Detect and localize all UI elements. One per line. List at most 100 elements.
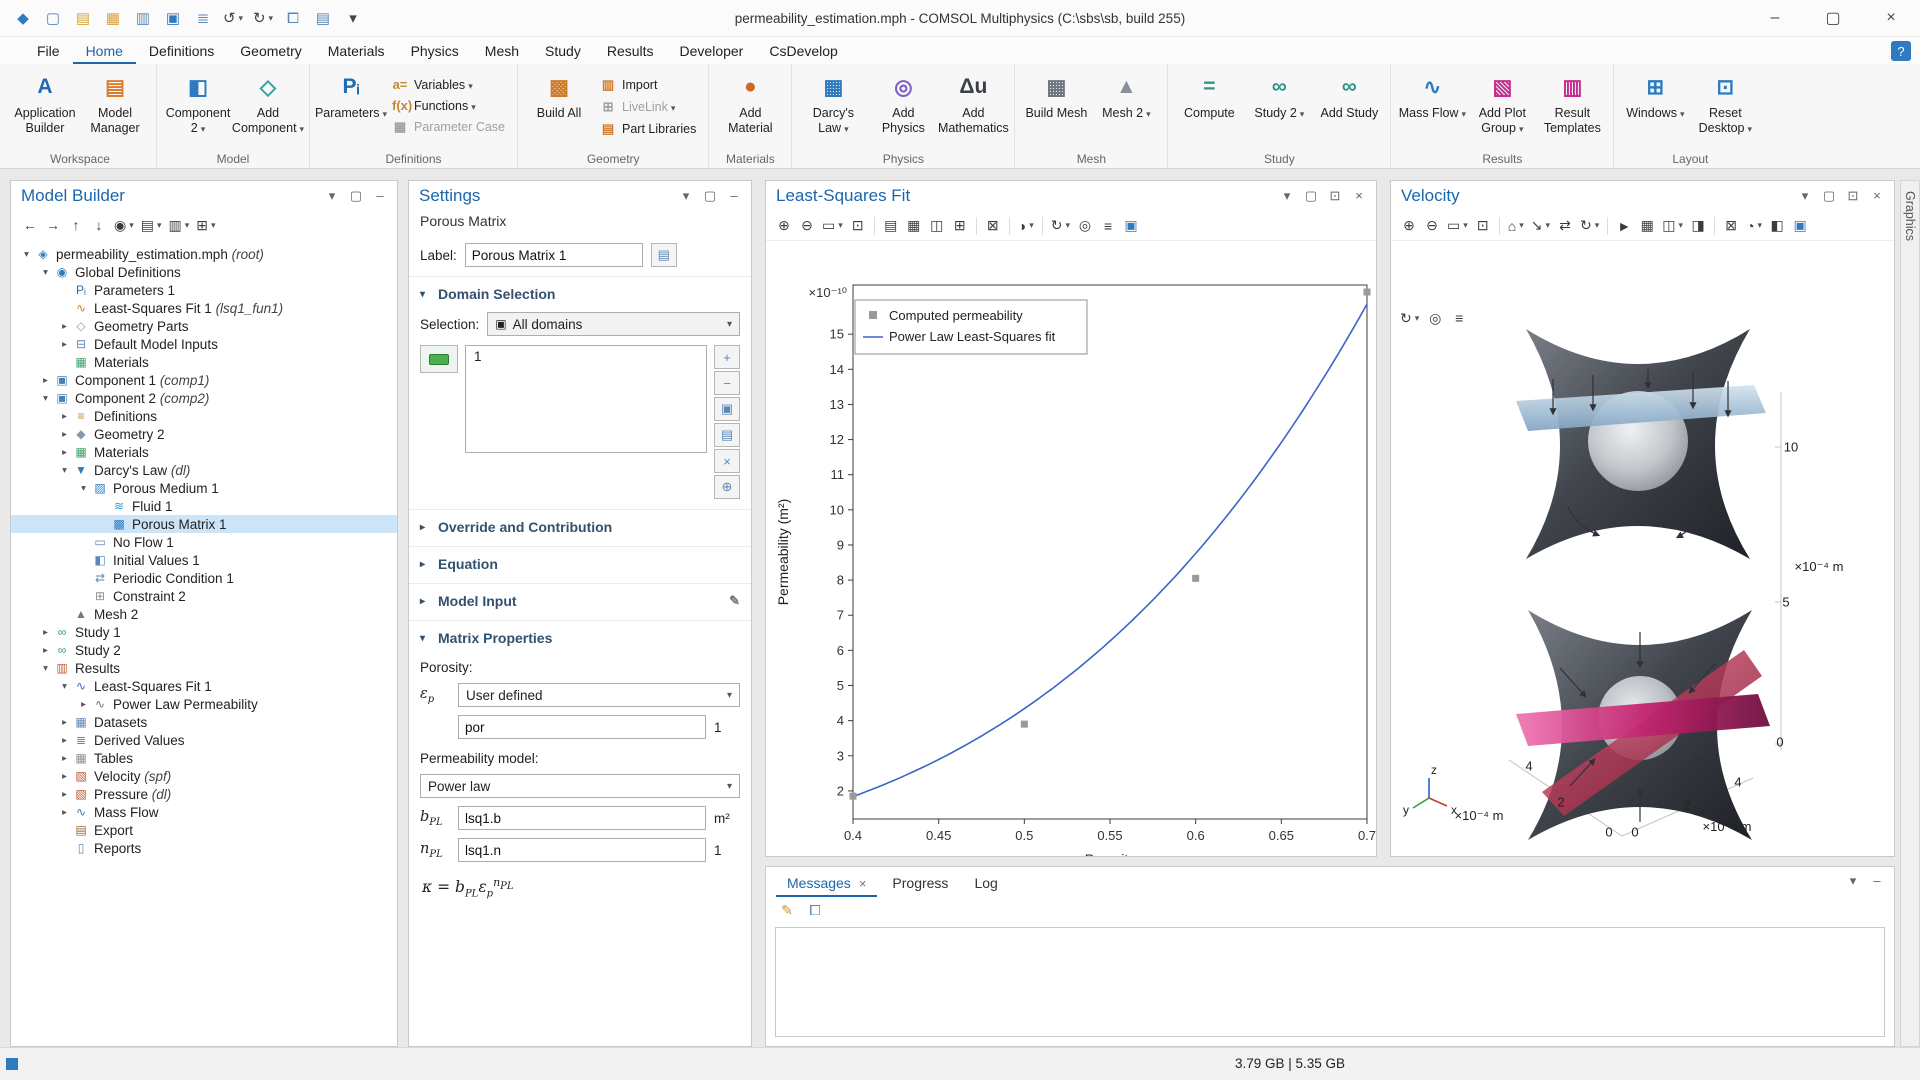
lock-view-icon[interactable]: ⊠ (1720, 214, 1742, 238)
parameters-button[interactable]: Pᵢ Parameters ▾ (315, 68, 387, 122)
transparency-icon[interactable]: ◧ (1766, 214, 1788, 238)
add-mathematics-button[interactable]: Δu Add Mathematics (938, 68, 1009, 136)
add-physics-button[interactable]: ◎ Add Physics (869, 68, 937, 136)
menu-mesh[interactable]: Mesh (472, 39, 532, 64)
align-camera-icon[interactable]: ⇄ (1554, 214, 1576, 238)
velocity-3d-plot[interactable]: z y x (1391, 242, 1894, 856)
tree-item-default-model-inputs[interactable]: ▸ ⊟ Default Model Inputs (11, 335, 397, 353)
tree-item-global-definitions[interactable]: ▾ ◉ Global Definitions (11, 263, 397, 281)
panel-menu-icon[interactable]: ▾ (679, 188, 693, 204)
expander-icon[interactable]: ▸ (57, 321, 72, 332)
model-manager-open-icon[interactable]: ▦ (100, 5, 126, 31)
tree-item-pressure[interactable]: ▸ ▧ Pressure (dl) (11, 785, 397, 803)
paste-selection-icon[interactable]: ▤ (714, 423, 740, 447)
build-mesh-button[interactable]: ▦ Build Mesh (1022, 68, 1090, 121)
model-manager-button[interactable]: ▤ Model Manager (81, 68, 149, 136)
panel-menu-icon[interactable]: ▾ (1846, 873, 1860, 889)
menu-materials[interactable]: Materials (315, 39, 398, 64)
tree-item-derived-values[interactable]: ▸ ≣ Derived Values (11, 731, 397, 749)
clear-messages-icon[interactable]: ✎ (776, 898, 798, 922)
menu-geometry[interactable]: Geometry (227, 39, 314, 64)
play-animation-icon[interactable]: ► (1613, 214, 1635, 238)
menu-developer[interactable]: Developer (667, 39, 757, 64)
rename-label-icon[interactable]: ▤ (650, 243, 677, 267)
image-snapshot-icon[interactable]: ◎ (1074, 214, 1096, 238)
print-icon[interactable]: ≡ (1448, 306, 1470, 330)
expander-icon[interactable]: ▾ (57, 465, 72, 476)
zoom-to-selection-icon[interactable]: ⊕ (714, 475, 740, 499)
mesh-2-button[interactable]: ▲ Mesh 2 ▾ (1092, 68, 1160, 122)
expander-icon[interactable]: ▾ (76, 483, 91, 494)
expander-icon[interactable]: ▸ (57, 429, 72, 440)
zoom-in-icon[interactable]: ⊕ (1398, 214, 1420, 238)
tree-item-porous-medium-1[interactable]: ▾ ▨ Porous Medium 1 (11, 479, 397, 497)
copy-messages-icon[interactable]: ⧠ (804, 898, 826, 922)
menu-physics[interactable]: Physics (398, 39, 472, 64)
tab-close-icon[interactable]: × (859, 876, 867, 891)
expander-icon[interactable]: ▾ (19, 249, 34, 260)
move-down-icon[interactable]: ↓ (88, 213, 110, 237)
panel-menu-icon[interactable]: ▾ (1280, 188, 1294, 204)
nav-back-icon[interactable]: ← (19, 213, 41, 237)
grid-toggle-icon[interactable]: ▦ (903, 214, 925, 238)
tree-item-export[interactable]: ▤ Export (11, 821, 397, 839)
reset-desktop-button[interactable]: ⊡ Reset Desktop ▾ (1691, 68, 1759, 137)
help-icon[interactable]: ? (1891, 41, 1911, 61)
domain-selection-list[interactable]: 1 (465, 345, 707, 453)
mass-flow-button[interactable]: ∿ Mass Flow ▾ (1398, 68, 1466, 122)
tree-item-porous-matrix-1[interactable]: ▩ Porous Matrix 1 (11, 515, 397, 533)
tree-item-study-2[interactable]: ▸ ∞ Study 2 (11, 641, 397, 659)
graphics-window-icon[interactable]: ▣ (1120, 214, 1142, 238)
panel-float-icon[interactable]: ▢ (1822, 188, 1836, 204)
graphics-window-icon[interactable]: ▣ (1789, 214, 1811, 238)
tree-item-results[interactable]: ▾ ▥ Results (11, 659, 397, 677)
split-screen-icon[interactable]: ◫ ▾ (1659, 214, 1686, 238)
minimize-button[interactable]: – (1746, 0, 1804, 37)
environment-reflections-icon[interactable]: ◨ (1687, 214, 1709, 238)
tab-progress[interactable]: Progress (881, 870, 959, 897)
zoom-extents-icon[interactable]: ⊡ (1472, 214, 1494, 238)
functions-button[interactable]: f(x) Functions ▾ (387, 97, 510, 114)
parameter-case-button[interactable]: ▦ Parameter Case (387, 118, 510, 136)
close-button[interactable]: × (1862, 0, 1920, 37)
panel-float-icon[interactable]: ▢ (1304, 188, 1318, 204)
tree-item-darcy-s-law[interactable]: ▾ ▼ Darcy's Law (dl) (11, 461, 397, 479)
add-component-button[interactable]: ◇ Add Component ▾ (232, 68, 304, 137)
velocity-canvas[interactable]: z y x 10 ×10⁻⁴ m 5 0 4 2 ×10⁻⁴ m 0 0 2 4 ×10⁻⁴ m ↻ ▾… (1391, 242, 1894, 856)
panel-close-icon[interactable]: × (1352, 188, 1366, 204)
panel-float-icon[interactable]: ▢ (349, 188, 363, 204)
expander-icon[interactable]: ▾ (38, 663, 53, 674)
result-templates-button[interactable]: ▥ Result Templates (1538, 68, 1606, 136)
zoom-extents-icon[interactable]: ⊡ (847, 214, 869, 238)
plot-canvas[interactable]: 2 3 4 5 6 7 8 9 10 11 12 13 14 15 0.4 0.45 0.5 0.55 0.6 0.6… (766, 242, 1376, 867)
build-all-button[interactable]: ▩ Build All (525, 68, 593, 121)
expander-icon[interactable]: ▸ (57, 735, 72, 746)
menu-definitions[interactable]: Definitions (136, 39, 227, 64)
section-equation[interactable]: ▸ Equation (409, 546, 751, 578)
lock-axes-icon[interactable]: ⊠ (982, 214, 1004, 238)
tree-item-geometry-2[interactable]: ▸ ◆ Geometry 2 (11, 425, 397, 443)
remove-from-selection-icon[interactable]: − (714, 371, 740, 395)
expander-icon[interactable]: ▸ (57, 411, 72, 422)
expander-icon[interactable]: ▸ (57, 339, 72, 350)
expander-icon[interactable]: ▸ (38, 375, 53, 386)
tree-item-component-1[interactable]: ▸ ▣ Component 1 (comp1) (11, 371, 397, 389)
tree-table-icon[interactable]: ▤ ▾ (138, 213, 165, 237)
quick-access-menu-icon[interactable]: ▾ (340, 5, 366, 31)
scene-light-icon[interactable]: ◔ ▾ (1743, 214, 1765, 238)
section-model-input[interactable]: ▸ Model Input ✎ (409, 583, 751, 615)
menu-study[interactable]: Study (532, 39, 594, 64)
expander-icon[interactable]: ▸ (38, 645, 53, 656)
tree-item-study-1[interactable]: ▸ ∞ Study 1 (11, 623, 397, 641)
panel-float-icon[interactable]: ▢ (703, 188, 717, 204)
move-up-icon[interactable]: ↑ (65, 213, 87, 237)
image-snapshot-icon[interactable]: ◎ (1424, 306, 1446, 330)
tree-item-constraint-2[interactable]: ⊞ Constraint 2 (11, 587, 397, 605)
axes-limits-icon[interactable]: ⊞ (949, 214, 971, 238)
tree-columns-icon[interactable]: ▥ ▾ (166, 213, 193, 237)
selection-combo[interactable]: ▣ All domains ▾ (487, 312, 740, 336)
zoom-box-icon[interactable]: ▭ ▾ (1444, 214, 1471, 238)
expander-icon[interactable]: ▾ (38, 393, 53, 404)
collapse-expand-icon[interactable]: ⊞ ▾ (193, 213, 218, 237)
menu-file[interactable]: File (24, 39, 73, 64)
